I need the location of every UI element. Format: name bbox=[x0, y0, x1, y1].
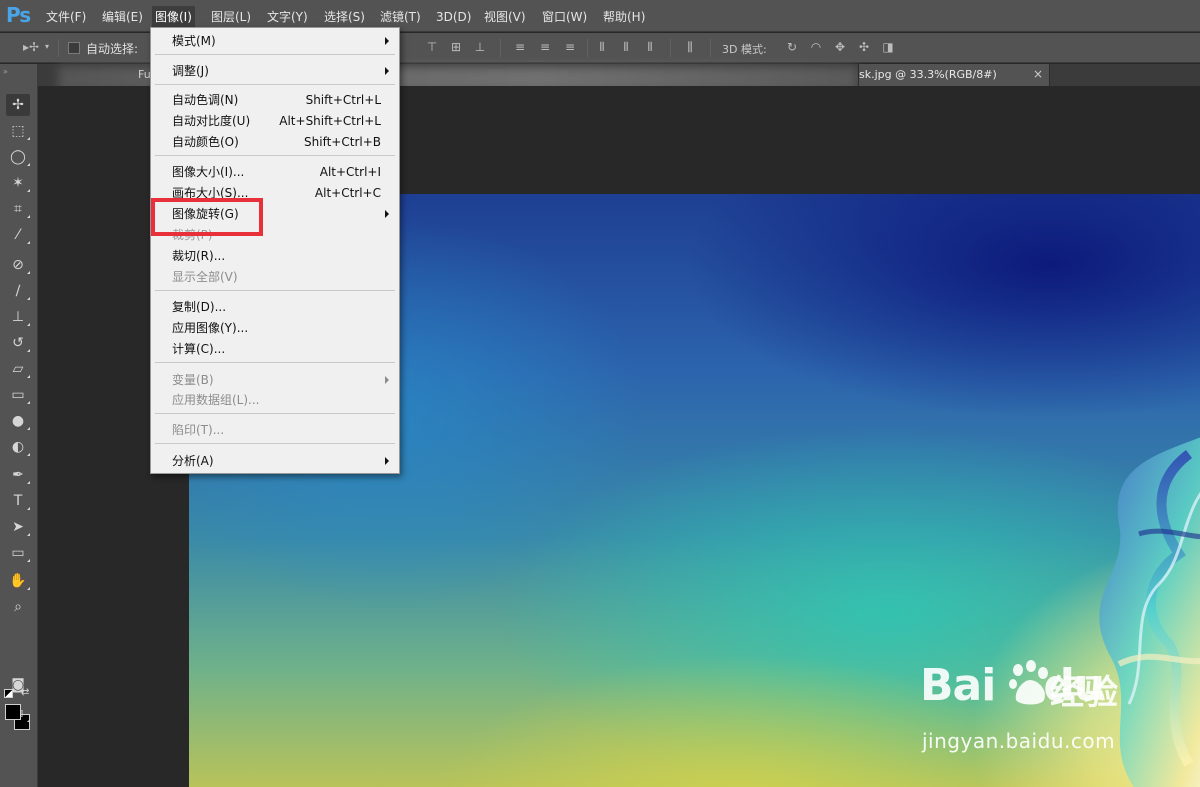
photoshop-window: Ps 文件(F) 编辑(E) 图像(I) 图层(L) 文字(Y) 选择(S) 滤… bbox=[0, 0, 1200, 787]
menu-item-calculations[interactable]: 计算(C)... bbox=[151, 339, 399, 359]
menu-type[interactable]: 文字(Y) bbox=[264, 8, 311, 26]
blur-tool-icon[interactable]: ● bbox=[6, 410, 30, 432]
menu-view[interactable]: 视图(V) bbox=[481, 8, 529, 26]
menu-item-auto-tone[interactable]: 自动色调(N) Shift+Ctrl+L bbox=[151, 90, 399, 110]
options-separator bbox=[500, 39, 501, 57]
menu-item-adjustments[interactable]: 调整(J) bbox=[151, 61, 399, 81]
watermark-product: 经验 bbox=[1050, 673, 1118, 713]
submenu-arrow-icon bbox=[385, 376, 389, 384]
type-tool-icon[interactable]: T bbox=[6, 490, 30, 512]
gradient-tool-icon[interactable]: ▭ bbox=[6, 384, 30, 406]
pen-tool-icon[interactable]: ✒ bbox=[6, 464, 30, 486]
distribute-vertical-center-icon[interactable]: ≡ bbox=[537, 40, 553, 54]
tab-close-icon[interactable]: × bbox=[1033, 67, 1043, 81]
3d-roll-icon[interactable]: ◠ bbox=[808, 40, 824, 54]
menu-window[interactable]: 窗口(W) bbox=[539, 8, 590, 26]
baidu-paw-icon bbox=[1009, 660, 1048, 705]
3d-scale-icon[interactable]: ◨ bbox=[880, 40, 896, 54]
rectangle-tool-icon[interactable]: ▭ bbox=[6, 542, 30, 564]
toolbox-grip-icon[interactable]: » bbox=[3, 67, 9, 76]
history-brush-tool-icon[interactable]: ↺ bbox=[6, 332, 30, 354]
menu-item-duplicate[interactable]: 复制(D)... bbox=[151, 297, 399, 317]
menu-select[interactable]: 选择(S) bbox=[321, 8, 368, 26]
menu-item-analysis[interactable]: 分析(A) bbox=[151, 451, 399, 471]
magic-wand-tool-icon[interactable]: ✶ bbox=[6, 172, 30, 194]
menu-divider bbox=[155, 413, 395, 414]
options-separator bbox=[587, 39, 588, 57]
auto-select-label: 自动选择: bbox=[86, 42, 139, 56]
menu-item-apply-image[interactable]: 应用图像(Y)... bbox=[151, 318, 399, 338]
submenu-arrow-icon bbox=[385, 210, 389, 218]
3d-rotate-icon[interactable]: ↻ bbox=[784, 40, 800, 54]
clone-stamp-tool-icon[interactable]: ⊥ bbox=[6, 306, 30, 328]
brush-tool-icon[interactable]: ∕ bbox=[6, 280, 30, 302]
eraser-tool-icon[interactable]: ▱ bbox=[6, 358, 30, 380]
foreground-color-swatch[interactable] bbox=[5, 704, 21, 720]
distribute-right-icon[interactable]: ⫴ bbox=[642, 40, 658, 54]
submenu-arrow-icon bbox=[385, 67, 389, 75]
options-separator bbox=[710, 39, 711, 57]
menu-3d[interactable]: 3D(D) bbox=[433, 8, 474, 26]
photoshop-logo: Ps bbox=[6, 3, 31, 27]
menu-help[interactable]: 帮助(H) bbox=[600, 8, 648, 26]
path-selection-tool-icon[interactable]: ➤ bbox=[6, 516, 30, 538]
dodge-tool-icon[interactable]: ◐ bbox=[6, 436, 30, 458]
distribute-top-icon[interactable]: ≡ bbox=[512, 40, 528, 54]
menu-item-variables: 变量(B) bbox=[151, 370, 399, 390]
options-separator bbox=[670, 39, 671, 57]
distribute-left-icon[interactable]: ⫴ bbox=[594, 40, 610, 54]
active-document-tab-label: sk.jpg @ 33.3%(RGB/8#) bbox=[859, 68, 997, 81]
3d-pan-icon[interactable]: ✥ bbox=[832, 40, 848, 54]
menu-item-trim[interactable]: 裁切(R)... bbox=[151, 246, 399, 266]
move-tool-preset-icon[interactable]: ▸✢ bbox=[20, 40, 42, 54]
zoom-tool-icon[interactable]: ⌕ bbox=[6, 596, 30, 618]
auto-align-layers-icon[interactable]: ⫼ bbox=[682, 40, 698, 54]
auto-select-checkbox[interactable] bbox=[68, 42, 80, 54]
menu-item-reveal-all: 显示全部(V) bbox=[172, 270, 238, 284]
submenu-arrow-icon bbox=[385, 457, 389, 465]
document-tab-partial[interactable]: Fu bbox=[138, 68, 151, 81]
menu-item-image-size[interactable]: 图像大小(I)... Alt+Ctrl+I bbox=[151, 162, 399, 182]
active-document-tab[interactable]: sk.jpg @ 33.3%(RGB/8#) × bbox=[858, 64, 1050, 86]
preset-dropdown-icon[interactable]: ▾ bbox=[42, 40, 52, 54]
options-separator bbox=[58, 39, 59, 57]
align-vertical-center-icon[interactable]: ⊞ bbox=[448, 40, 464, 54]
quick-mask-icon[interactable]: ◙ bbox=[6, 674, 30, 696]
lasso-tool-icon[interactable]: ◯ bbox=[6, 146, 30, 168]
menu-image[interactable]: 图像(I) bbox=[152, 6, 195, 28]
menu-divider bbox=[155, 84, 395, 85]
3d-mode-label: 3D 模式: bbox=[722, 43, 767, 56]
marquee-tool-icon[interactable]: ⬚ bbox=[6, 120, 30, 142]
highlight-annotation-box bbox=[151, 198, 263, 236]
menu-divider bbox=[155, 362, 395, 363]
menu-edit[interactable]: 编辑(E) bbox=[99, 8, 146, 26]
watermark-url: jingyan.baidu.com bbox=[922, 729, 1116, 753]
menu-item-mode[interactable]: 模式(M) bbox=[151, 31, 399, 51]
move-tool-icon[interactable]: ✢ bbox=[6, 94, 30, 116]
align-top-icon[interactable]: ⊤ bbox=[424, 40, 440, 54]
image-menu-dropdown: 模式(M) 调整(J) 自动色调(N) Shift+Ctrl+L 自动对比度(U)… bbox=[150, 27, 400, 474]
crop-tool-icon[interactable]: ⌗ bbox=[6, 198, 30, 220]
toolbox: » ✢ ⬚ ◯ ✶ ⌗ ⁄ ⊘ ∕ ⊥ ↺ ▱ ▭ ● ◐ ✒ T ➤ ▭ ✋ … bbox=[0, 64, 38, 787]
align-bottom-icon[interactable]: ⊥ bbox=[472, 40, 488, 54]
menu-file[interactable]: 文件(F) bbox=[43, 8, 89, 26]
distribute-bottom-icon[interactable]: ≡ bbox=[562, 40, 578, 54]
3d-slide-icon[interactable]: ✣ bbox=[856, 40, 872, 54]
healing-brush-tool-icon[interactable]: ⊘ bbox=[6, 254, 30, 276]
submenu-arrow-icon bbox=[385, 37, 389, 45]
menu-divider bbox=[155, 54, 395, 55]
menu-divider bbox=[155, 155, 395, 156]
menu-layer[interactable]: 图层(L) bbox=[208, 8, 254, 26]
eyedropper-tool-icon[interactable]: ⁄ bbox=[6, 224, 30, 246]
menu-divider bbox=[155, 290, 395, 291]
menu-item-apply-data-set: 应用数据组(L)... bbox=[172, 393, 260, 407]
menu-divider bbox=[155, 443, 395, 444]
menu-item-auto-color[interactable]: 自动颜色(O) Shift+Ctrl+B bbox=[151, 132, 399, 152]
menu-item-auto-contrast[interactable]: 自动对比度(U) Alt+Shift+Ctrl+L bbox=[151, 111, 399, 131]
hand-tool-icon[interactable]: ✋ bbox=[6, 570, 30, 592]
distribute-horizontal-center-icon[interactable]: ⫴ bbox=[618, 40, 634, 54]
baidu-jingyan-watermark: Bai du 经验 jingyan.baidu.com bbox=[920, 655, 1150, 765]
menu-filter[interactable]: 滤镜(T) bbox=[377, 8, 424, 26]
menu-item-trap: 陷印(T)... bbox=[172, 423, 225, 437]
